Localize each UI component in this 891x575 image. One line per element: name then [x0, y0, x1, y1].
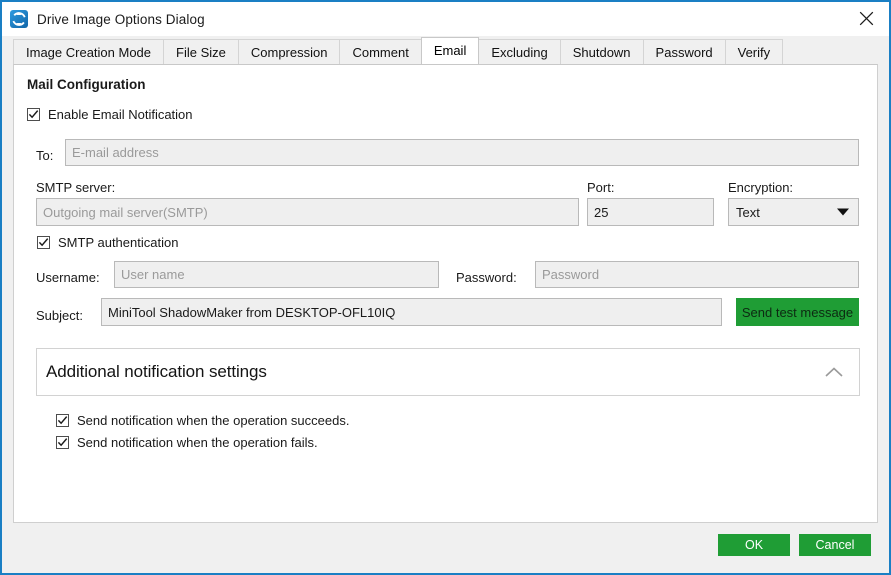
dialog-footer: OK Cancel	[2, 523, 889, 573]
chevron-down-icon	[837, 208, 849, 216]
notify-on-success-label: Send notification when the operation suc…	[77, 413, 350, 428]
notify-on-failure-label: Send notification when the operation fai…	[77, 435, 318, 450]
checkbox-box	[56, 414, 69, 427]
username-label: Username:	[36, 270, 100, 285]
encryption-dropdown[interactable]: Text	[728, 198, 859, 226]
encryption-selected-value: Text	[736, 204, 760, 220]
mail-configuration-heading: Mail Configuration	[27, 77, 146, 92]
additional-notification-settings-title: Additional notification settings	[46, 362, 267, 381]
sync-arrows-icon	[10, 10, 28, 28]
tab-email[interactable]: Email	[420, 37, 480, 64]
tab-strip: Image Creation Mode File Size Compressio…	[2, 36, 889, 64]
tab-excluding[interactable]: Excluding	[478, 39, 561, 64]
notify-on-failure-checkbox[interactable]: Send notification when the operation fai…	[56, 435, 318, 450]
encryption-label: Encryption:	[728, 180, 794, 195]
email-settings-panel: Mail Configuration Enable Email Notifica…	[13, 64, 878, 523]
port-label: Port:	[587, 180, 615, 195]
enable-email-notification-label: Enable Email Notification	[48, 107, 193, 122]
close-icon[interactable]	[843, 2, 889, 35]
password-label: Password:	[456, 270, 517, 285]
tab-comment[interactable]: Comment	[339, 39, 422, 64]
enable-email-notification-checkbox[interactable]: Enable Email Notification	[27, 107, 193, 122]
username-input[interactable]	[114, 261, 439, 288]
chevron-up-icon[interactable]	[823, 361, 845, 383]
tab-password[interactable]: Password	[642, 39, 726, 64]
tab-verify[interactable]: Verify	[724, 39, 784, 64]
cancel-button[interactable]: Cancel	[799, 534, 871, 556]
tab-compression[interactable]: Compression	[237, 39, 341, 64]
window-title: Drive Image Options Dialog	[37, 11, 205, 27]
checkbox-box	[27, 108, 40, 121]
tab-image-creation-mode[interactable]: Image Creation Mode	[13, 39, 165, 64]
tab-shutdown[interactable]: Shutdown	[559, 39, 644, 64]
smtp-server-input[interactable]	[36, 198, 579, 226]
to-label: To:	[36, 148, 54, 163]
ok-button[interactable]: OK	[718, 534, 790, 556]
send-test-message-button[interactable]: Send test message	[736, 298, 859, 326]
title-bar: Drive Image Options Dialog	[2, 2, 889, 36]
port-input[interactable]	[587, 198, 714, 226]
smtp-authentication-checkbox[interactable]: SMTP authentication	[37, 235, 178, 250]
smtp-server-label: SMTP server:	[36, 180, 116, 195]
notify-on-success-checkbox[interactable]: Send notification when the operation suc…	[56, 413, 349, 428]
dialog-window: Drive Image Options Dialog Image Creatio…	[0, 0, 891, 575]
additional-notification-settings-header[interactable]: Additional notification settings	[36, 348, 860, 396]
checkbox-box	[37, 236, 50, 249]
checkbox-box	[56, 436, 69, 449]
subject-input[interactable]	[101, 298, 722, 326]
tab-file-size[interactable]: File Size	[163, 39, 239, 64]
subject-label: Subject:	[36, 308, 83, 323]
password-input[interactable]	[535, 261, 859, 288]
to-input[interactable]	[65, 139, 859, 166]
smtp-authentication-label: SMTP authentication	[58, 235, 179, 250]
